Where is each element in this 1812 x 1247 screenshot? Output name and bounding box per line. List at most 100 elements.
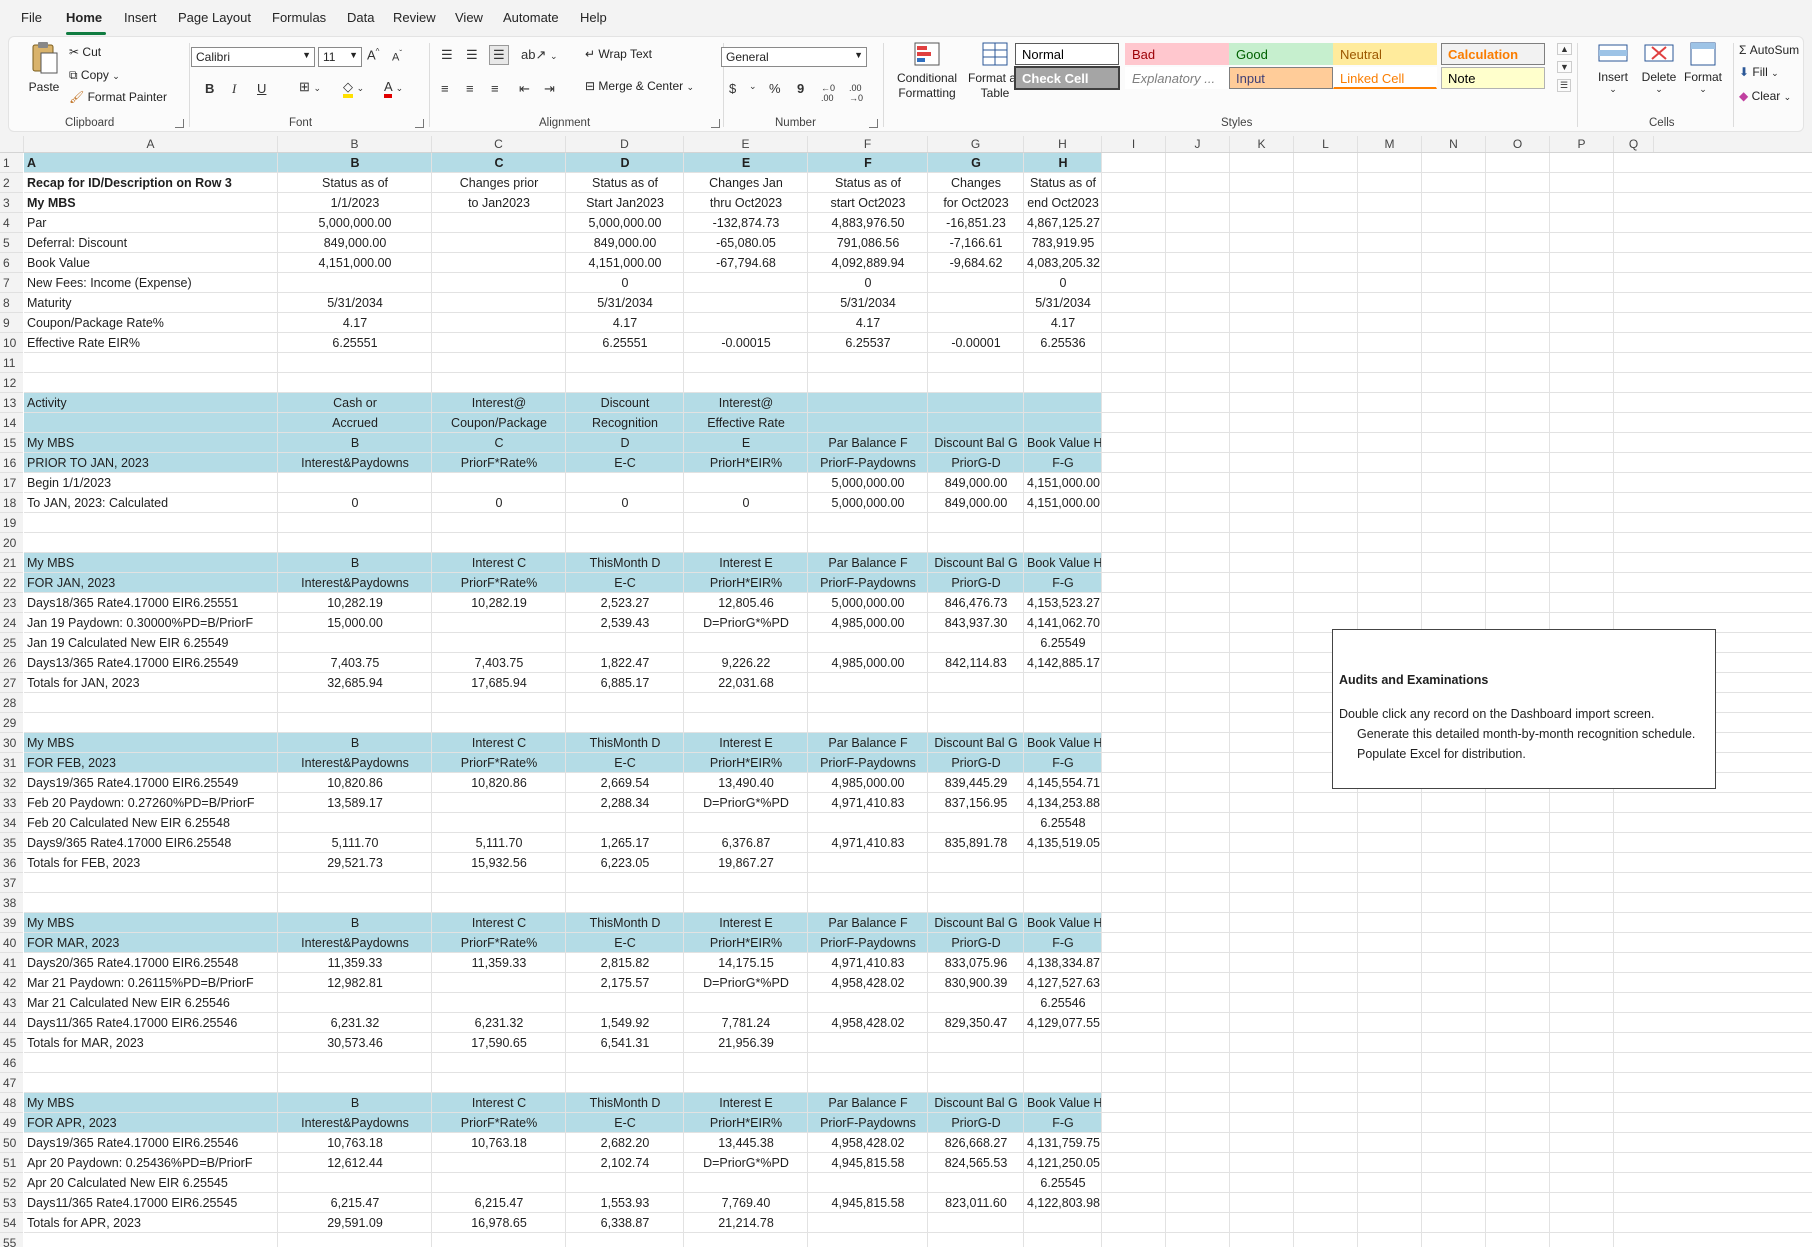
cell-h11[interactable] bbox=[1024, 353, 1102, 373]
menu-automate[interactable]: Automate bbox=[503, 10, 559, 25]
cell-d10[interactable]: 6.25551 bbox=[566, 333, 684, 353]
cell-h45[interactable] bbox=[1024, 1033, 1102, 1053]
row-header[interactable]: 37 bbox=[0, 873, 23, 893]
cell-e44[interactable]: 7,781.24 bbox=[684, 1013, 808, 1033]
cell-e30[interactable]: Interest E bbox=[684, 733, 808, 753]
cell-f35[interactable]: 4,971,410.83 bbox=[808, 833, 928, 853]
cell-a3[interactable]: My MBS bbox=[24, 193, 278, 213]
cell-d47[interactable] bbox=[566, 1073, 684, 1093]
cell-d37[interactable] bbox=[566, 873, 684, 893]
insert-cells-button[interactable]: Insert ⌄ bbox=[1591, 41, 1635, 95]
cell-b52[interactable] bbox=[278, 1173, 432, 1193]
cell-b9[interactable]: 4.17 bbox=[278, 313, 432, 333]
cell-c45[interactable]: 17,590.65 bbox=[432, 1033, 566, 1053]
column-header-i[interactable]: I bbox=[1102, 136, 1166, 152]
cell-g36[interactable] bbox=[928, 853, 1024, 873]
row-header[interactable]: 15 bbox=[0, 433, 23, 453]
cell-b34[interactable] bbox=[278, 813, 432, 833]
cell-f3[interactable]: start Oct2023 bbox=[808, 193, 928, 213]
cell-b4[interactable]: 5,000,000.00 bbox=[278, 213, 432, 233]
row-header[interactable]: 30 bbox=[0, 733, 23, 753]
cell-h21[interactable]: Book Value H bbox=[1024, 553, 1103, 573]
row-header[interactable]: 52 bbox=[0, 1173, 23, 1193]
cell-a40[interactable]: FOR MAR, 2023 bbox=[24, 933, 278, 953]
cell-e23[interactable]: 12,805.46 bbox=[684, 593, 808, 613]
cell-a55[interactable] bbox=[24, 1233, 278, 1247]
cell-b2[interactable]: Status as of bbox=[278, 173, 432, 193]
cell-c21[interactable]: Interest C bbox=[432, 553, 566, 573]
cell-e43[interactable] bbox=[684, 993, 808, 1013]
row-header[interactable]: 21 bbox=[0, 553, 23, 573]
style-calculation[interactable]: Calculation bbox=[1441, 43, 1545, 65]
row-header[interactable]: 1 bbox=[0, 153, 23, 173]
row-header[interactable]: 40 bbox=[0, 933, 23, 953]
cell-f25[interactable] bbox=[808, 633, 928, 653]
cell-g26[interactable]: 842,114.83 bbox=[928, 653, 1024, 673]
cell-g42[interactable]: 830,900.39 bbox=[928, 973, 1024, 993]
cell-c27[interactable]: 17,685.94 bbox=[432, 673, 566, 693]
cell-b46[interactable] bbox=[278, 1053, 432, 1073]
row-header[interactable]: 36 bbox=[0, 853, 23, 873]
cell-d29[interactable] bbox=[566, 713, 684, 733]
cell-c6[interactable] bbox=[432, 253, 566, 273]
cell-f52[interactable] bbox=[808, 1173, 928, 1193]
column-header-e[interactable]: E bbox=[684, 136, 808, 152]
audits-note-textbox[interactable]: Audits and Examinations Double click any… bbox=[1332, 629, 1716, 789]
cell-b42[interactable]: 12,982.81 bbox=[278, 973, 432, 993]
cell-f4[interactable]: 4,883,976.50 bbox=[808, 213, 928, 233]
cell-g28[interactable] bbox=[928, 693, 1024, 713]
row-header[interactable]: 8 bbox=[0, 293, 23, 313]
cell-d49[interactable]: E-C bbox=[566, 1113, 684, 1133]
cell-e38[interactable] bbox=[684, 893, 808, 913]
cell-b49[interactable]: Interest&Paydowns bbox=[278, 1113, 432, 1133]
cell-h3[interactable]: end Oct2023 bbox=[1024, 193, 1102, 213]
cell-a22[interactable]: FOR JAN, 2023 bbox=[24, 573, 278, 593]
cell-g23[interactable]: 846,476.73 bbox=[928, 593, 1024, 613]
cell-e49[interactable]: PriorH*EIR% bbox=[684, 1113, 808, 1133]
cell-c43[interactable] bbox=[432, 993, 566, 1013]
menu-help[interactable]: Help bbox=[580, 10, 607, 25]
cell-e35[interactable]: 6,376.87 bbox=[684, 833, 808, 853]
cell-a51[interactable]: Apr 20 Paydown: 0.25436%PD=B/PriorF bbox=[24, 1153, 278, 1173]
cell-b12[interactable] bbox=[278, 373, 432, 393]
column-header-a[interactable]: A bbox=[24, 136, 278, 152]
menu-review[interactable]: Review bbox=[393, 10, 436, 25]
cell-a9[interactable]: Coupon/Package Rate% bbox=[24, 313, 278, 333]
cell-f32[interactable]: 4,985,000.00 bbox=[808, 773, 928, 793]
cell-a30[interactable]: My MBS bbox=[24, 733, 278, 753]
cell-e11[interactable] bbox=[684, 353, 808, 373]
cell-h22[interactable]: F-G bbox=[1024, 573, 1102, 593]
cell-a1[interactable]: A bbox=[24, 153, 278, 173]
cell-e10[interactable]: -0.00015 bbox=[684, 333, 808, 353]
cell-a17[interactable]: Begin 1/1/2023 bbox=[24, 473, 278, 493]
row-header[interactable]: 19 bbox=[0, 513, 23, 533]
delete-cells-button[interactable]: Delete ⌄ bbox=[1637, 41, 1681, 95]
row-header[interactable]: 10 bbox=[0, 333, 23, 353]
row-header[interactable]: 31 bbox=[0, 753, 23, 773]
increase-indent-icon[interactable]: ⇥ bbox=[544, 81, 555, 97]
cell-e24[interactable]: D=PriorG*%PD bbox=[684, 613, 808, 633]
cell-c15[interactable]: C bbox=[432, 433, 566, 453]
column-header-o[interactable]: O bbox=[1486, 136, 1550, 152]
cell-h10[interactable]: 6.25536 bbox=[1024, 333, 1102, 353]
cell-f7[interactable]: 0 bbox=[808, 273, 928, 293]
cell-b55[interactable] bbox=[278, 1233, 432, 1247]
column-header-p[interactable]: P bbox=[1550, 136, 1614, 152]
cell-f55[interactable] bbox=[808, 1233, 928, 1247]
cell-b26[interactable]: 7,403.75 bbox=[278, 653, 432, 673]
row-header[interactable]: 54 bbox=[0, 1213, 23, 1233]
cell-e46[interactable] bbox=[684, 1053, 808, 1073]
cell-h6[interactable]: 4,083,205.32 bbox=[1024, 253, 1102, 273]
cell-d35[interactable]: 1,265.17 bbox=[566, 833, 684, 853]
cell-d51[interactable]: 2,102.74 bbox=[566, 1153, 684, 1173]
cell-g43[interactable] bbox=[928, 993, 1024, 1013]
cell-d42[interactable]: 2,175.57 bbox=[566, 973, 684, 993]
cell-a52[interactable]: Apr 20 Calculated New EIR 6.25545 bbox=[24, 1173, 278, 1193]
orientation-icon[interactable]: ab↗ ⌄ bbox=[521, 47, 558, 63]
row-header[interactable]: 14 bbox=[0, 413, 23, 433]
row-header[interactable]: 3 bbox=[0, 193, 23, 213]
cell-f8[interactable]: 5/31/2034 bbox=[808, 293, 928, 313]
column-header-k[interactable]: K bbox=[1230, 136, 1294, 152]
cell-g38[interactable] bbox=[928, 893, 1024, 913]
cell-c36[interactable]: 15,932.56 bbox=[432, 853, 566, 873]
